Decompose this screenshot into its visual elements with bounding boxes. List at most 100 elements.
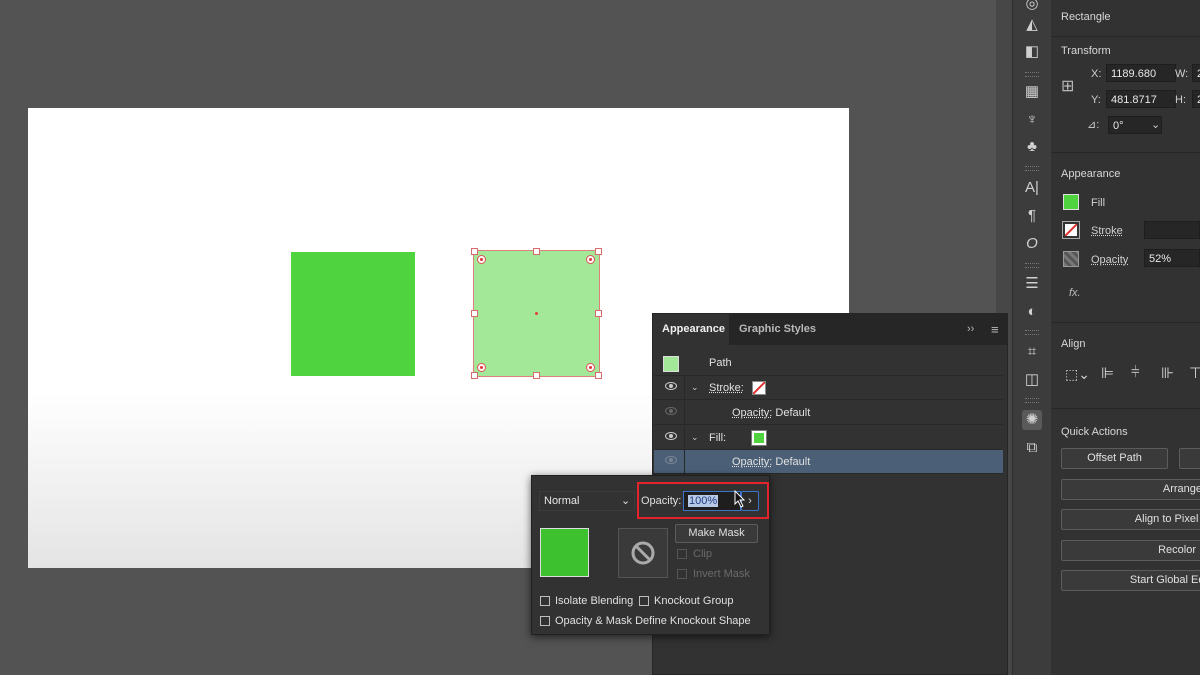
corner-widget[interactable] [477,363,486,372]
eye-icon[interactable] [665,382,677,390]
stroke-icon[interactable]: ☰ [1022,274,1042,294]
panel-grip[interactable] [1025,263,1039,268]
highlight-box [637,482,769,519]
chevron-down-icon[interactable]: ⌄ [621,494,630,507]
clip-checkbox[interactable] [677,549,687,559]
globe-icon[interactable]: ◎ [1022,0,1042,14]
invert-mask-checkbox[interactable] [677,569,687,579]
opentype-icon[interactable]: O [1022,234,1042,254]
align-to-pixel-grid-button[interactable]: Align to Pixel G [1061,509,1200,530]
corner-widget[interactable] [477,255,486,264]
green-rectangle[interactable] [291,252,415,376]
transparency-icon[interactable]: ◧ [1022,42,1042,62]
layers-icon[interactable]: ⧉ [1022,438,1042,458]
center-point [535,312,538,315]
tab-graphic-styles[interactable]: Graphic Styles [739,323,816,335]
opacity-label[interactable]: Opacity [1091,254,1128,266]
stroke-row[interactable]: ⌄ Stroke: [654,376,1003,400]
stroke-opacity-label[interactable]: Opacity: [732,407,772,419]
stroke-label[interactable]: Stroke: [709,382,744,394]
align-right-icon[interactable]: ⊪ [1161,364,1174,382]
knockout-group-label: Knockout Group [654,595,734,607]
panel-grip[interactable] [1025,72,1039,77]
isolate-blending-checkbox[interactable] [540,596,550,606]
handle-middle-left[interactable] [471,310,478,317]
align-top-icon[interactable]: ⊤ [1189,364,1200,382]
swatches-icon[interactable]: ▦ [1022,82,1042,102]
panel-grip[interactable] [1025,398,1039,403]
fill-swatch[interactable] [751,430,767,446]
appearance-icon[interactable]: ✺ [1022,410,1042,430]
collapse-icon[interactable]: ›› [967,323,974,335]
path-thumbnail [663,356,679,372]
fill-label: Fill: [709,432,727,444]
x-field[interactable]: 1189.680 [1106,64,1176,82]
paragraph-icon[interactable]: ¶ [1022,206,1042,226]
path-label: Path [709,357,732,369]
chevron-down-icon[interactable]: ⌄ [691,432,699,443]
start-global-edit-button[interactable]: Start Global Edit [1061,570,1200,591]
expand-button[interactable] [1179,448,1200,469]
corner-widget[interactable] [586,363,595,372]
tab-appearance[interactable]: Appearance [662,323,725,335]
knockout-group-checkbox[interactable] [639,596,649,606]
handle-bottom-left[interactable] [471,372,478,379]
fill-opacity-row[interactable]: Opacity: Default [654,450,1003,474]
w-field[interactable]: 2 [1192,64,1200,82]
reference-point-icon[interactable]: ⊞ [1061,76,1074,96]
handle-bottom-right[interactable] [595,372,602,379]
handle-top-middle[interactable] [533,248,540,255]
pathfinder-icon[interactable]: ◐ [1022,302,1042,322]
eye-icon[interactable] [665,432,677,440]
appearance-title: Appearance [1061,168,1121,180]
divider [1051,408,1200,409]
gradient-icon[interactable]: ◭ [1022,15,1042,35]
invert-mask-label: Invert Mask [693,568,750,580]
stroke-none-swatch[interactable] [752,381,766,395]
symbols-icon[interactable]: ♣ [1022,137,1042,157]
brushes-icon[interactable]: ♆ [1022,110,1042,130]
handle-top-right[interactable] [595,248,602,255]
fill-swatch[interactable] [1063,194,1079,210]
path-row[interactable]: Path [654,352,1003,376]
h-field[interactable]: 2 [1192,90,1200,108]
fill-opacity-label[interactable]: Opacity: [732,456,772,468]
arrange-button[interactable]: Arrange [1061,479,1200,500]
object-type: Rectangle [1061,11,1111,23]
mask-thumbnail[interactable] [618,528,668,578]
align-icon[interactable]: ◫ [1022,370,1042,390]
chevron-down-icon[interactable]: ⌄ [1151,118,1160,131]
divider [1051,322,1200,323]
panel-grip[interactable] [1025,166,1039,171]
character-icon[interactable]: A| [1022,178,1042,198]
align-center-icon[interactable]: ⫩ [1131,364,1140,381]
corner-widget[interactable] [586,255,595,264]
panel-menu-icon[interactable]: ≡ [991,322,999,337]
stroke-opacity-row[interactable]: Opacity: Default [654,401,1003,425]
chevron-down-icon[interactable]: ⌄ [691,382,699,393]
offset-path-button[interactable]: Offset Path [1061,448,1168,469]
panel-grip[interactable] [1025,330,1039,335]
opacity-icon [1063,251,1079,267]
stroke-none-swatch[interactable] [1062,221,1080,239]
align-left-icon[interactable]: ⊫ [1101,364,1114,382]
stroke-weight-field[interactable] [1144,221,1200,239]
opacity-field[interactable]: 52% [1144,249,1200,267]
divider [1051,152,1200,153]
handle-top-left[interactable] [471,248,478,255]
handle-middle-right[interactable] [595,310,602,317]
eye-icon[interactable] [665,456,677,464]
make-mask-button[interactable]: Make Mask [675,524,758,543]
align-to-icon[interactable]: ⬚⌄ [1065,366,1090,383]
handle-bottom-middle[interactable] [533,372,540,379]
stroke-label[interactable]: Stroke [1091,225,1123,237]
y-field[interactable]: 481.8717 [1106,90,1176,108]
transform-icon[interactable]: ⌗ [1022,342,1042,362]
eye-icon[interactable] [665,407,677,415]
fill-row[interactable]: ⌄ Fill: [654,426,1003,450]
recolor-button[interactable]: Recolor [1061,540,1200,561]
stroke-opacity-value: Default [775,407,811,419]
fx-icon[interactable]: fx. [1069,287,1081,299]
object-thumbnail[interactable] [540,528,589,577]
opacity-mask-define-checkbox[interactable] [540,616,550,626]
